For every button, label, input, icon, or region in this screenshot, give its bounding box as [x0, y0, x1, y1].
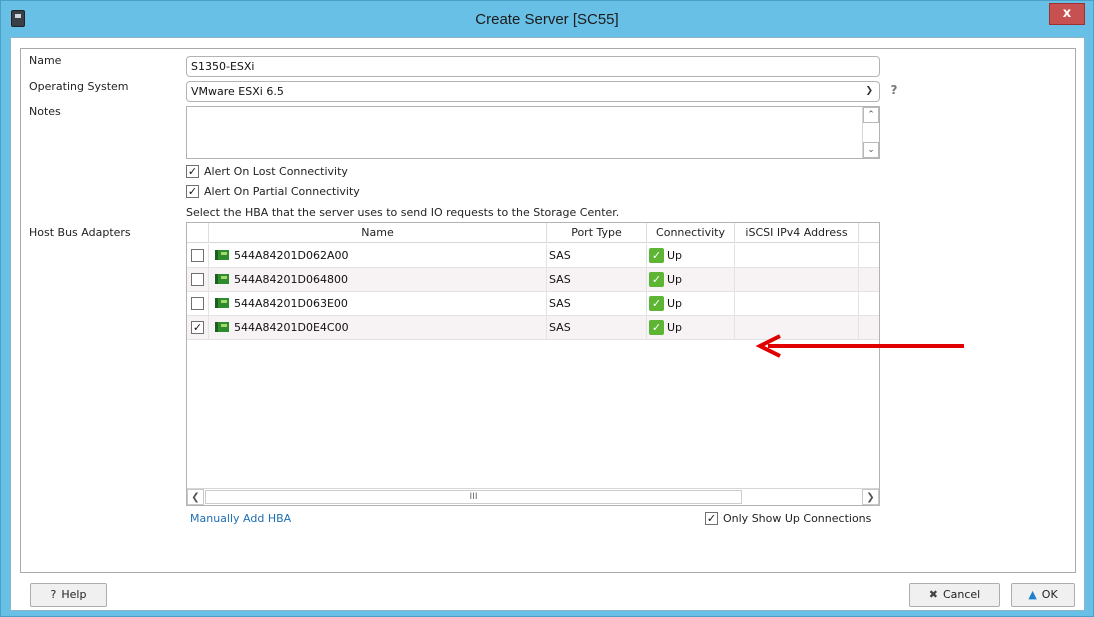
os-select-value: VMware ESXi 6.5 — [191, 85, 284, 98]
status-up-check-icon: ✓ — [649, 319, 664, 335]
hba-name: 544A84201D064800 — [234, 273, 348, 286]
name-field[interactable]: S1350-ESXi — [186, 56, 880, 77]
help-button[interactable]: ? Help — [30, 583, 107, 607]
row-checkbox[interactable] — [191, 273, 204, 286]
alert-lost-checkbox[interactable]: ✓ — [186, 165, 199, 178]
row-checkbox[interactable]: ✓ — [191, 321, 204, 334]
iscsi-address — [735, 244, 859, 268]
ok-button-label: OK — [1041, 588, 1058, 601]
status-up-check-icon: ✓ — [649, 271, 664, 287]
dialog-body: Name S1350-ESXi Operating System VMware … — [10, 37, 1085, 611]
row-checkbox[interactable] — [191, 249, 204, 262]
hba-table: Name Port Type Connectivity iSCSI IPv4 A… — [186, 222, 880, 506]
scrollbar-thumb[interactable]: III — [205, 490, 742, 504]
os-select[interactable]: VMware ESXi 6.5 ❯ — [186, 81, 880, 102]
alert-lost-label: Alert On Lost Connectivity — [204, 165, 348, 178]
cancel-button[interactable]: ✖ Cancel — [909, 583, 1000, 607]
column-header-connectivity[interactable]: Connectivity — [647, 223, 735, 243]
hba-card-icon — [215, 322, 229, 332]
up-arrow-icon: ▲ — [1028, 588, 1037, 601]
status-up-check-icon: ✓ — [649, 295, 664, 311]
notes-textarea[interactable]: ⌃ ⌄ — [186, 106, 880, 159]
iscsi-address — [735, 292, 859, 316]
table-row[interactable]: 544A84201D064800 SAS ✓ Up — [187, 268, 879, 292]
only-show-up-checkbox[interactable]: ✓ — [705, 512, 718, 525]
connectivity-status: Up — [667, 297, 683, 310]
scroll-right-icon[interactable]: ❯ — [862, 489, 879, 505]
only-show-up-label: Only Show Up Connections — [723, 512, 872, 525]
cancel-button-label: Cancel — [942, 588, 981, 601]
alert-partial-label: Alert On Partial Connectivity — [204, 185, 360, 198]
column-header-iscsi[interactable]: iSCSI IPv4 Address — [735, 223, 859, 243]
ok-button[interactable]: ▲ OK — [1011, 583, 1075, 607]
row-checkbox[interactable] — [191, 297, 204, 310]
connectivity-status: Up — [667, 273, 683, 286]
annotation-arrow — [755, 334, 964, 358]
table-horizontal-scrollbar[interactable]: ❮ III ❯ — [187, 488, 879, 505]
form-panel: Name S1350-ESXi Operating System VMware … — [20, 48, 1076, 573]
cancel-x-icon: ✖ — [928, 588, 938, 601]
hba-card-icon — [215, 298, 229, 308]
column-header-port-type[interactable]: Port Type — [547, 223, 647, 243]
question-icon: ? — [50, 588, 57, 601]
scroll-down-icon[interactable]: ⌄ — [863, 142, 879, 158]
header-select-column — [187, 223, 209, 243]
port-type: SAS — [547, 316, 647, 340]
scroll-left-icon[interactable]: ❮ — [187, 489, 204, 505]
dialog-window: Create Server [SC55] x Name S1350-ESXi O… — [0, 0, 1094, 617]
iscsi-address — [735, 268, 859, 292]
table-row[interactable]: 544A84201D062A00 SAS ✓ Up — [187, 244, 879, 268]
connectivity-status: Up — [667, 249, 683, 262]
table-row[interactable]: 544A84201D063E00 SAS ✓ Up — [187, 292, 879, 316]
close-button[interactable]: x — [1049, 3, 1085, 25]
table-header: Name Port Type Connectivity iSCSI IPv4 A… — [187, 223, 879, 243]
hba-card-icon — [215, 250, 229, 260]
chevron-down-icon: ❯ — [865, 86, 873, 96]
manually-add-hba-link[interactable]: Manually Add HBA — [190, 512, 291, 525]
hba-name: 544A84201D063E00 — [234, 297, 348, 310]
window-title: Create Server [SC55] — [475, 11, 619, 28]
port-type: SAS — [547, 268, 647, 292]
help-question-icon[interactable]: ? — [887, 83, 901, 97]
scroll-up-icon[interactable]: ⌃ — [863, 107, 879, 123]
os-label: Operating System — [29, 80, 129, 93]
port-type: SAS — [547, 292, 647, 316]
status-up-check-icon: ✓ — [649, 247, 664, 263]
hba-label: Host Bus Adapters — [29, 226, 131, 239]
notes-scrollbar[interactable]: ⌃ ⌄ — [862, 107, 879, 158]
help-button-label: Help — [61, 588, 87, 601]
column-header-name[interactable]: Name — [209, 223, 547, 243]
port-type: SAS — [547, 244, 647, 268]
hba-card-icon — [215, 274, 229, 284]
alert-partial-checkbox[interactable]: ✓ — [186, 185, 199, 198]
hba-instruction: Select the HBA that the server uses to s… — [186, 206, 620, 219]
hba-name: 544A84201D062A00 — [234, 249, 349, 262]
hba-name: 544A84201D0E4C00 — [234, 321, 349, 334]
title-bar[interactable]: Create Server [SC55] x — [1, 1, 1093, 37]
name-label: Name — [29, 54, 62, 67]
notes-label: Notes — [29, 105, 61, 118]
connectivity-status: Up — [667, 321, 683, 334]
